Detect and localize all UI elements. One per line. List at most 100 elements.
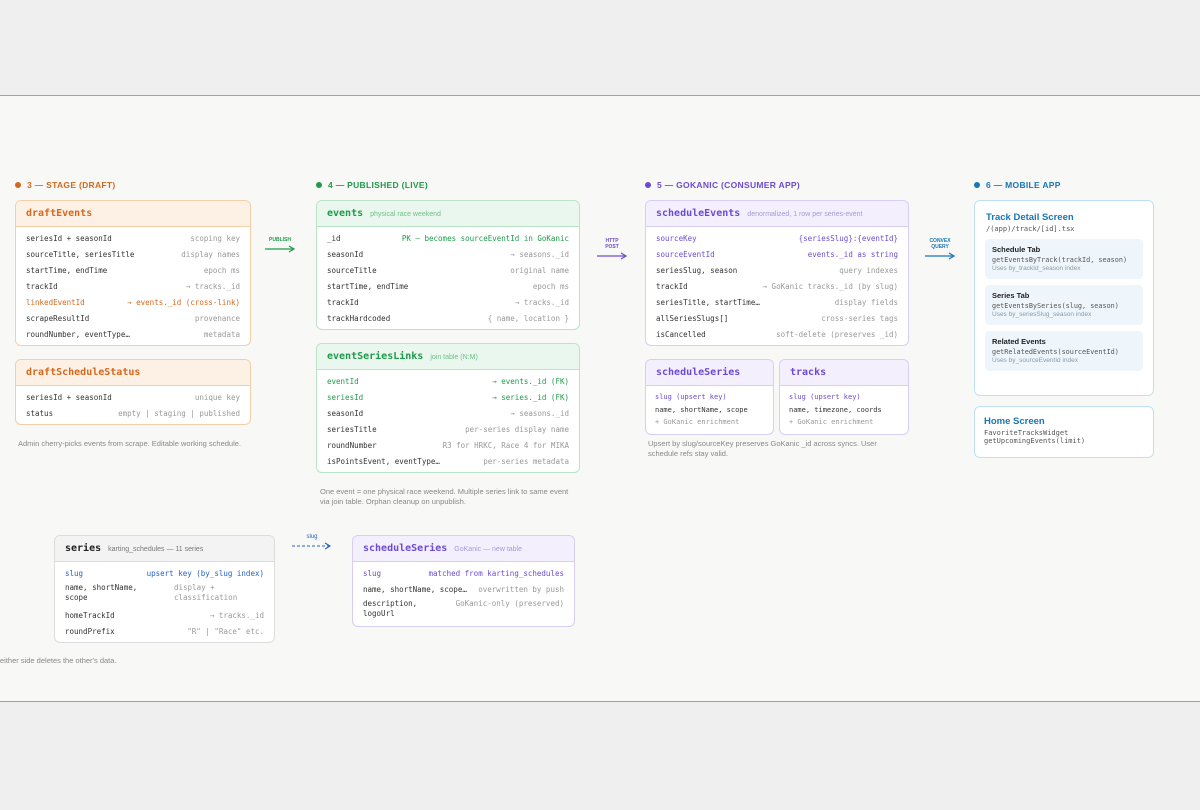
field-note: per-series metadata — [483, 456, 569, 466]
field-name: seriesTitle — [327, 424, 377, 434]
eventSeriesLinks-table[interactable]: eventSeriesLinks join table (N:M) eventId… — [316, 343, 580, 473]
field-name: seriesSlug, season — [656, 265, 738, 275]
table-row: startTime, endTime epoch ms — [317, 278, 579, 294]
tracks-table[interactable]: tracks slug (upsert key) name, timezone,… — [779, 359, 909, 435]
stage-5-note: Upsert by slug/sourceKey preserves GoKan… — [648, 439, 877, 458]
field-note: epoch ms — [203, 265, 240, 275]
field-line: name, shortName, scope — [655, 405, 748, 414]
table-title: eventSeriesLinks — [327, 351, 424, 362]
stage-4-note: One event = one physical race weekend. M… — [320, 487, 569, 506]
series-tab-card[interactable]: Series Tab getEventsBySeries(slug, seaso… — [985, 285, 1143, 325]
field-name: startTime, endTime — [26, 265, 108, 275]
table-row: isCancelled soft-delete (preserves _id) — [646, 326, 908, 342]
series-table[interactable]: series karting_schedules — 11 series slug… — [54, 535, 275, 643]
field-name: sourceEventId — [656, 249, 715, 259]
table-header: draftScheduleStatus — [16, 360, 250, 386]
field-name: seriesId — [327, 392, 364, 402]
field-note: → events._id (cross-link) — [127, 297, 240, 307]
field-note: → tracks._id — [209, 610, 264, 620]
stage-4-text: 4 — PUBLISHED (LIVE) — [328, 180, 428, 190]
field-note: → tracks._id — [514, 297, 569, 307]
field-line: + GoKanic enrichment — [789, 418, 874, 426]
table-row: seriesId → series._id (FK) — [317, 389, 579, 405]
table-header: scheduleSeries — [646, 360, 773, 386]
field-name: description, logoUrl — [363, 599, 418, 618]
related-events-card[interactable]: Related Events getRelatedEvents(sourceEv… — [985, 331, 1143, 371]
tab-index-note: Uses by_trackId_season index — [992, 265, 1081, 272]
draftScheduleStatus-table[interactable]: draftScheduleStatus seriesId + seasonId u… — [15, 359, 251, 425]
field-note: display fields — [834, 297, 898, 307]
field-name: trackId — [26, 281, 58, 291]
table-title: series — [65, 543, 102, 554]
events-table[interactable]: events physical race weekend _id PK — beco… — [316, 200, 580, 330]
table-row: seriesTitle per-series display name — [317, 421, 579, 437]
field-name: name, shortName, scope… — [363, 584, 467, 594]
table-row: sourceTitle, seriesTitle display names — [16, 246, 250, 262]
tab-title: Schedule Tab — [992, 245, 1041, 254]
track-detail-screen[interactable]: Track Detail Screen /(app)/track/[id].ts… — [974, 200, 1154, 396]
schedule-tab-card[interactable]: Schedule Tab getEventsByTrack(trackId, s… — [985, 239, 1143, 279]
field-line: name, timezone, coords — [789, 405, 882, 414]
field-note: → seasons._id — [510, 249, 569, 259]
field-name: linkedEventId — [26, 297, 85, 307]
field-name: sourceKey — [656, 233, 697, 243]
scheduleEvents-table[interactable]: scheduleEvents denormalized, 1 row per se… — [645, 200, 909, 346]
bottom-note: either side deletes the other's data. — [0, 656, 117, 665]
field-name: seriesTitle, startTime… — [656, 297, 760, 307]
table-title: tracks — [790, 367, 827, 378]
convex-label-line-2: QUERY — [931, 244, 949, 250]
tab-method: getEventsByTrack(trackId, season) — [992, 256, 1128, 264]
screen-path: /(app)/track/[id].tsx — [986, 225, 1075, 233]
draftEvents-table[interactable]: draftEvents seriesId + seasonId scoping k… — [15, 200, 251, 346]
field-line: slug (upsert key) — [789, 393, 861, 401]
stage-6-text: 6 — MOBILE APP — [986, 180, 1061, 190]
field-note: → series._id (FK) — [492, 392, 569, 402]
table-row: sourceKey {seriesSlug}:{eventId} — [646, 230, 908, 246]
field-name: seriesId + seasonId — [26, 392, 112, 402]
scheduleSeries-table[interactable]: scheduleSeries GoKanic — new table slug ma… — [352, 535, 575, 627]
field-name: sourceTitle, seriesTitle — [26, 249, 135, 259]
table-subtitle: join table (N:M) — [430, 354, 478, 361]
field-note: per-series display name — [465, 424, 569, 434]
table-row: roundNumber R3 for HRKC, Race 4 for MIKA — [317, 437, 579, 453]
tab-index-note: Uses by_seriesSlug_season index — [992, 311, 1092, 318]
table-row: name, shortName, scope display + classifi… — [55, 581, 274, 607]
field-name: trackId — [327, 297, 359, 307]
field-note: → tracks._id — [185, 281, 240, 291]
field-name: trackId — [656, 281, 688, 291]
scheduleSeries-small-table[interactable]: scheduleSeries slug (upsert key) name, s… — [645, 359, 774, 435]
field-note: soft-delete (preserves _id) — [776, 329, 898, 339]
field-note: PK — becomes sourceEventId in GoKanic — [401, 233, 569, 243]
home-screen[interactable]: Home Screen FavoriteTracksWidget getUpco… — [974, 406, 1154, 458]
slug-arrow: slug — [291, 534, 333, 550]
screen-title: Home Screen — [984, 416, 1045, 427]
table-subtitle: denormalized, 1 row per series-event — [747, 211, 863, 218]
field-note: cross-series tags — [821, 313, 898, 323]
table-row: name, shortName, scope… overwritten by pu… — [353, 581, 574, 597]
table-row: trackId → GoKanic tracks._id (by slug) — [646, 278, 908, 294]
tab-method: getRelatedEvents(sourceEventId) — [992, 348, 1119, 356]
field-note: original name — [510, 265, 569, 275]
field-name: slug — [65, 568, 84, 578]
tab-method: getEventsBySeries(slug, season) — [992, 302, 1119, 310]
stage-dot — [316, 182, 322, 188]
http-label-line-2: POST — [605, 244, 619, 250]
field-note: → GoKanic tracks._id (by slug) — [762, 281, 898, 291]
stage-6-label: 6 — MOBILE APP — [974, 180, 1061, 190]
table-row: _id PK — becomes sourceEventId in GoKanic — [317, 230, 579, 246]
http-post-arrow: HTTP POST — [596, 238, 628, 260]
screen-line: getUpcomingEvents(limit) — [984, 437, 1086, 445]
table-row: linkedEventId → events._id (cross-link) — [16, 294, 250, 310]
arrow-right-icon — [925, 252, 956, 260]
table-header: scheduleEvents denormalized, 1 row per se… — [646, 201, 908, 227]
convex-label: CONVEX QUERY — [929, 238, 950, 250]
table-title: draftEvents — [26, 208, 93, 219]
table-row: allSeriesSlugs[] cross-series tags — [646, 310, 908, 326]
tab-title: Series Tab — [992, 291, 1030, 300]
table-row: seriesId + seasonId unique key — [16, 389, 250, 405]
field-name: slug — [363, 568, 382, 578]
field-line: slug (upsert key) — [655, 393, 727, 401]
field-note: query indexes — [839, 265, 898, 275]
field-note: display names — [181, 249, 240, 259]
table-header: events physical race weekend — [317, 201, 579, 227]
